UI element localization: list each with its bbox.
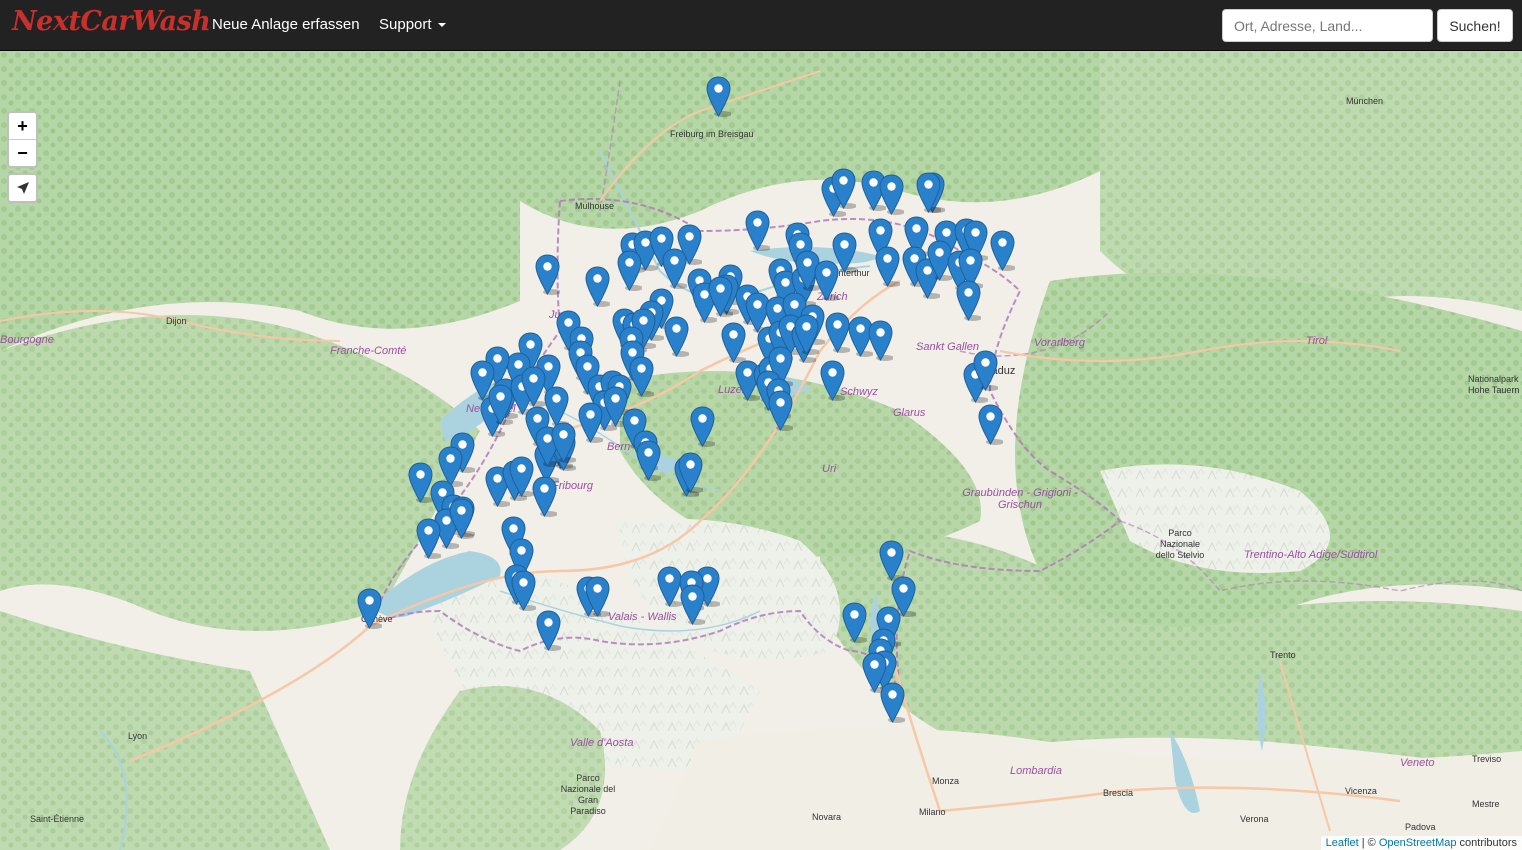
carwash-marker[interactable] [793, 314, 819, 355]
carwash-marker[interactable] [830, 168, 856, 209]
carwash-marker[interactable] [705, 76, 731, 117]
carwash-marker[interactable] [972, 350, 998, 391]
carwash-marker[interactable] [878, 540, 904, 581]
region-graubuenden: Graubünden - Grigioni - Grischun [962, 487, 1078, 511]
caret-down-icon [437, 23, 446, 28]
place-lyon: Lyon [128, 731, 148, 741]
carwash-marker[interactable] [989, 230, 1015, 271]
navbar: NextCarWash Neue Anlage erfassen Support… [0, 0, 1522, 51]
carwash-marker[interactable] [679, 584, 705, 625]
zoom-out-button[interactable]: − [9, 140, 36, 166]
carwash-marker[interactable] [415, 518, 441, 559]
carwash-marker[interactable] [879, 682, 905, 723]
carwash-marker[interactable] [584, 266, 610, 307]
carwash-marker[interactable] [977, 404, 1003, 445]
carwash-marker[interactable] [661, 248, 687, 289]
place-dijon: Dijon [166, 316, 187, 326]
location-arrow-icon [16, 182, 29, 194]
carwash-marker[interactable] [508, 456, 534, 497]
attribution-separator: | © [1358, 837, 1379, 849]
carwash-marker[interactable] [720, 322, 746, 363]
carwash-marker[interactable] [955, 280, 981, 321]
region-glarus: Glarus [893, 407, 926, 419]
region-vorarlberg: Vorarlberg [1034, 337, 1085, 349]
place-freiburg: Freiburg im Breisgau [670, 129, 754, 139]
carwash-marker[interactable] [448, 498, 474, 539]
osm-link[interactable]: OpenStreetMap [1379, 837, 1457, 849]
carwash-marker[interactable] [819, 360, 845, 401]
carwash-marker[interactable] [813, 260, 839, 301]
region-schwyz: Schwyz [840, 386, 878, 398]
region-veneto: Veneto [1400, 757, 1435, 769]
carwash-marker[interactable] [915, 172, 941, 213]
search-input[interactable] [1222, 9, 1433, 42]
place-gran-paradiso: Parco Nazionale del Gran Paradiso [560, 773, 616, 816]
carwash-marker[interactable] [689, 406, 715, 447]
region-uri: Uri [822, 463, 837, 475]
leaflet-link[interactable]: Leaflet [1326, 837, 1359, 849]
place-trento: Trento [1270, 650, 1296, 660]
zoom-in-button[interactable]: + [9, 113, 36, 140]
place-muenchen: München [1346, 96, 1384, 106]
carwash-marker[interactable] [824, 312, 850, 353]
carwash-marker[interactable] [677, 452, 703, 493]
carwash-marker[interactable] [356, 588, 382, 629]
region-sankt-gallen: Sankt Gallen [916, 341, 979, 353]
carwash-marker[interactable] [744, 210, 770, 251]
brand-logo[interactable]: NextCarWash [12, 6, 211, 37]
place-vicenza: Vicenza [1345, 786, 1377, 796]
region-valle-daosta: Valle d'Aosta [570, 737, 634, 749]
region-franche-comte: Franche-Comté [330, 345, 407, 357]
carwash-marker[interactable] [531, 476, 557, 517]
place-milano: Milano [919, 807, 946, 817]
carwash-marker[interactable] [767, 390, 793, 431]
carwash-marker[interactable] [878, 174, 904, 215]
carwash-marker[interactable] [550, 422, 576, 463]
place-mestre: Mestre [1472, 799, 1500, 809]
carwash-marker[interactable] [534, 254, 560, 295]
carwash-marker[interactable] [616, 250, 642, 291]
carwash-marker[interactable] [707, 276, 733, 317]
map-tiles [0, 51, 1522, 850]
place-verona: Verona [1240, 814, 1269, 824]
carwash-marker[interactable] [628, 356, 654, 397]
place-treviso: Treviso [1472, 754, 1502, 764]
place-novara: Novara [812, 812, 842, 822]
carwash-marker[interactable] [584, 576, 610, 617]
locate-button[interactable] [7, 173, 38, 203]
carwash-marker[interactable] [663, 316, 689, 357]
place-saint-etienne: Saint-Étienne [30, 814, 85, 824]
nav-support-dropdown[interactable]: Support [379, 16, 446, 33]
carwash-marker[interactable] [867, 320, 893, 361]
region-tirol: Tirol [1306, 335, 1328, 347]
place-mulhouse: Mulhouse [575, 201, 615, 211]
nav-support-label: Support [379, 16, 432, 33]
region-lombardia: Lombardia [1010, 765, 1062, 777]
zoom-control: + − [7, 111, 38, 168]
region-bourgogne: Bourgogne [0, 334, 54, 346]
carwash-marker[interactable] [520, 366, 546, 407]
carwash-marker[interactable] [510, 570, 536, 611]
carwash-marker[interactable] [535, 610, 561, 651]
nav-new-facility[interactable]: Neue Anlage erfassen [212, 16, 360, 33]
attribution-suffix: contributors [1456, 837, 1517, 849]
carwash-marker[interactable] [577, 402, 603, 443]
place-brescia: Brescia [1103, 788, 1134, 798]
place-stelvio: Parco Nazionale dello Stelvio [1155, 528, 1205, 560]
map-attribution: Leaflet | © OpenStreetMap contributors [1320, 836, 1522, 850]
region-trentino: Trentino-Alto Adige/Südtirol [1244, 549, 1378, 561]
map[interactable]: Freiburg im Breisgau München Mulhouse Di… [0, 51, 1522, 850]
carwash-marker[interactable] [874, 246, 900, 287]
place-hohe-tauern: Nationalpark Hohe Tauern [1468, 374, 1520, 395]
search-button[interactable]: Suchen! [1437, 9, 1513, 42]
place-monza: Monza [932, 776, 960, 786]
carwash-marker[interactable] [841, 602, 867, 643]
carwash-marker[interactable] [487, 384, 513, 425]
place-padova: Padova [1405, 822, 1436, 832]
carwash-marker[interactable] [635, 440, 661, 481]
region-valais: Valais - Wallis [608, 611, 677, 623]
